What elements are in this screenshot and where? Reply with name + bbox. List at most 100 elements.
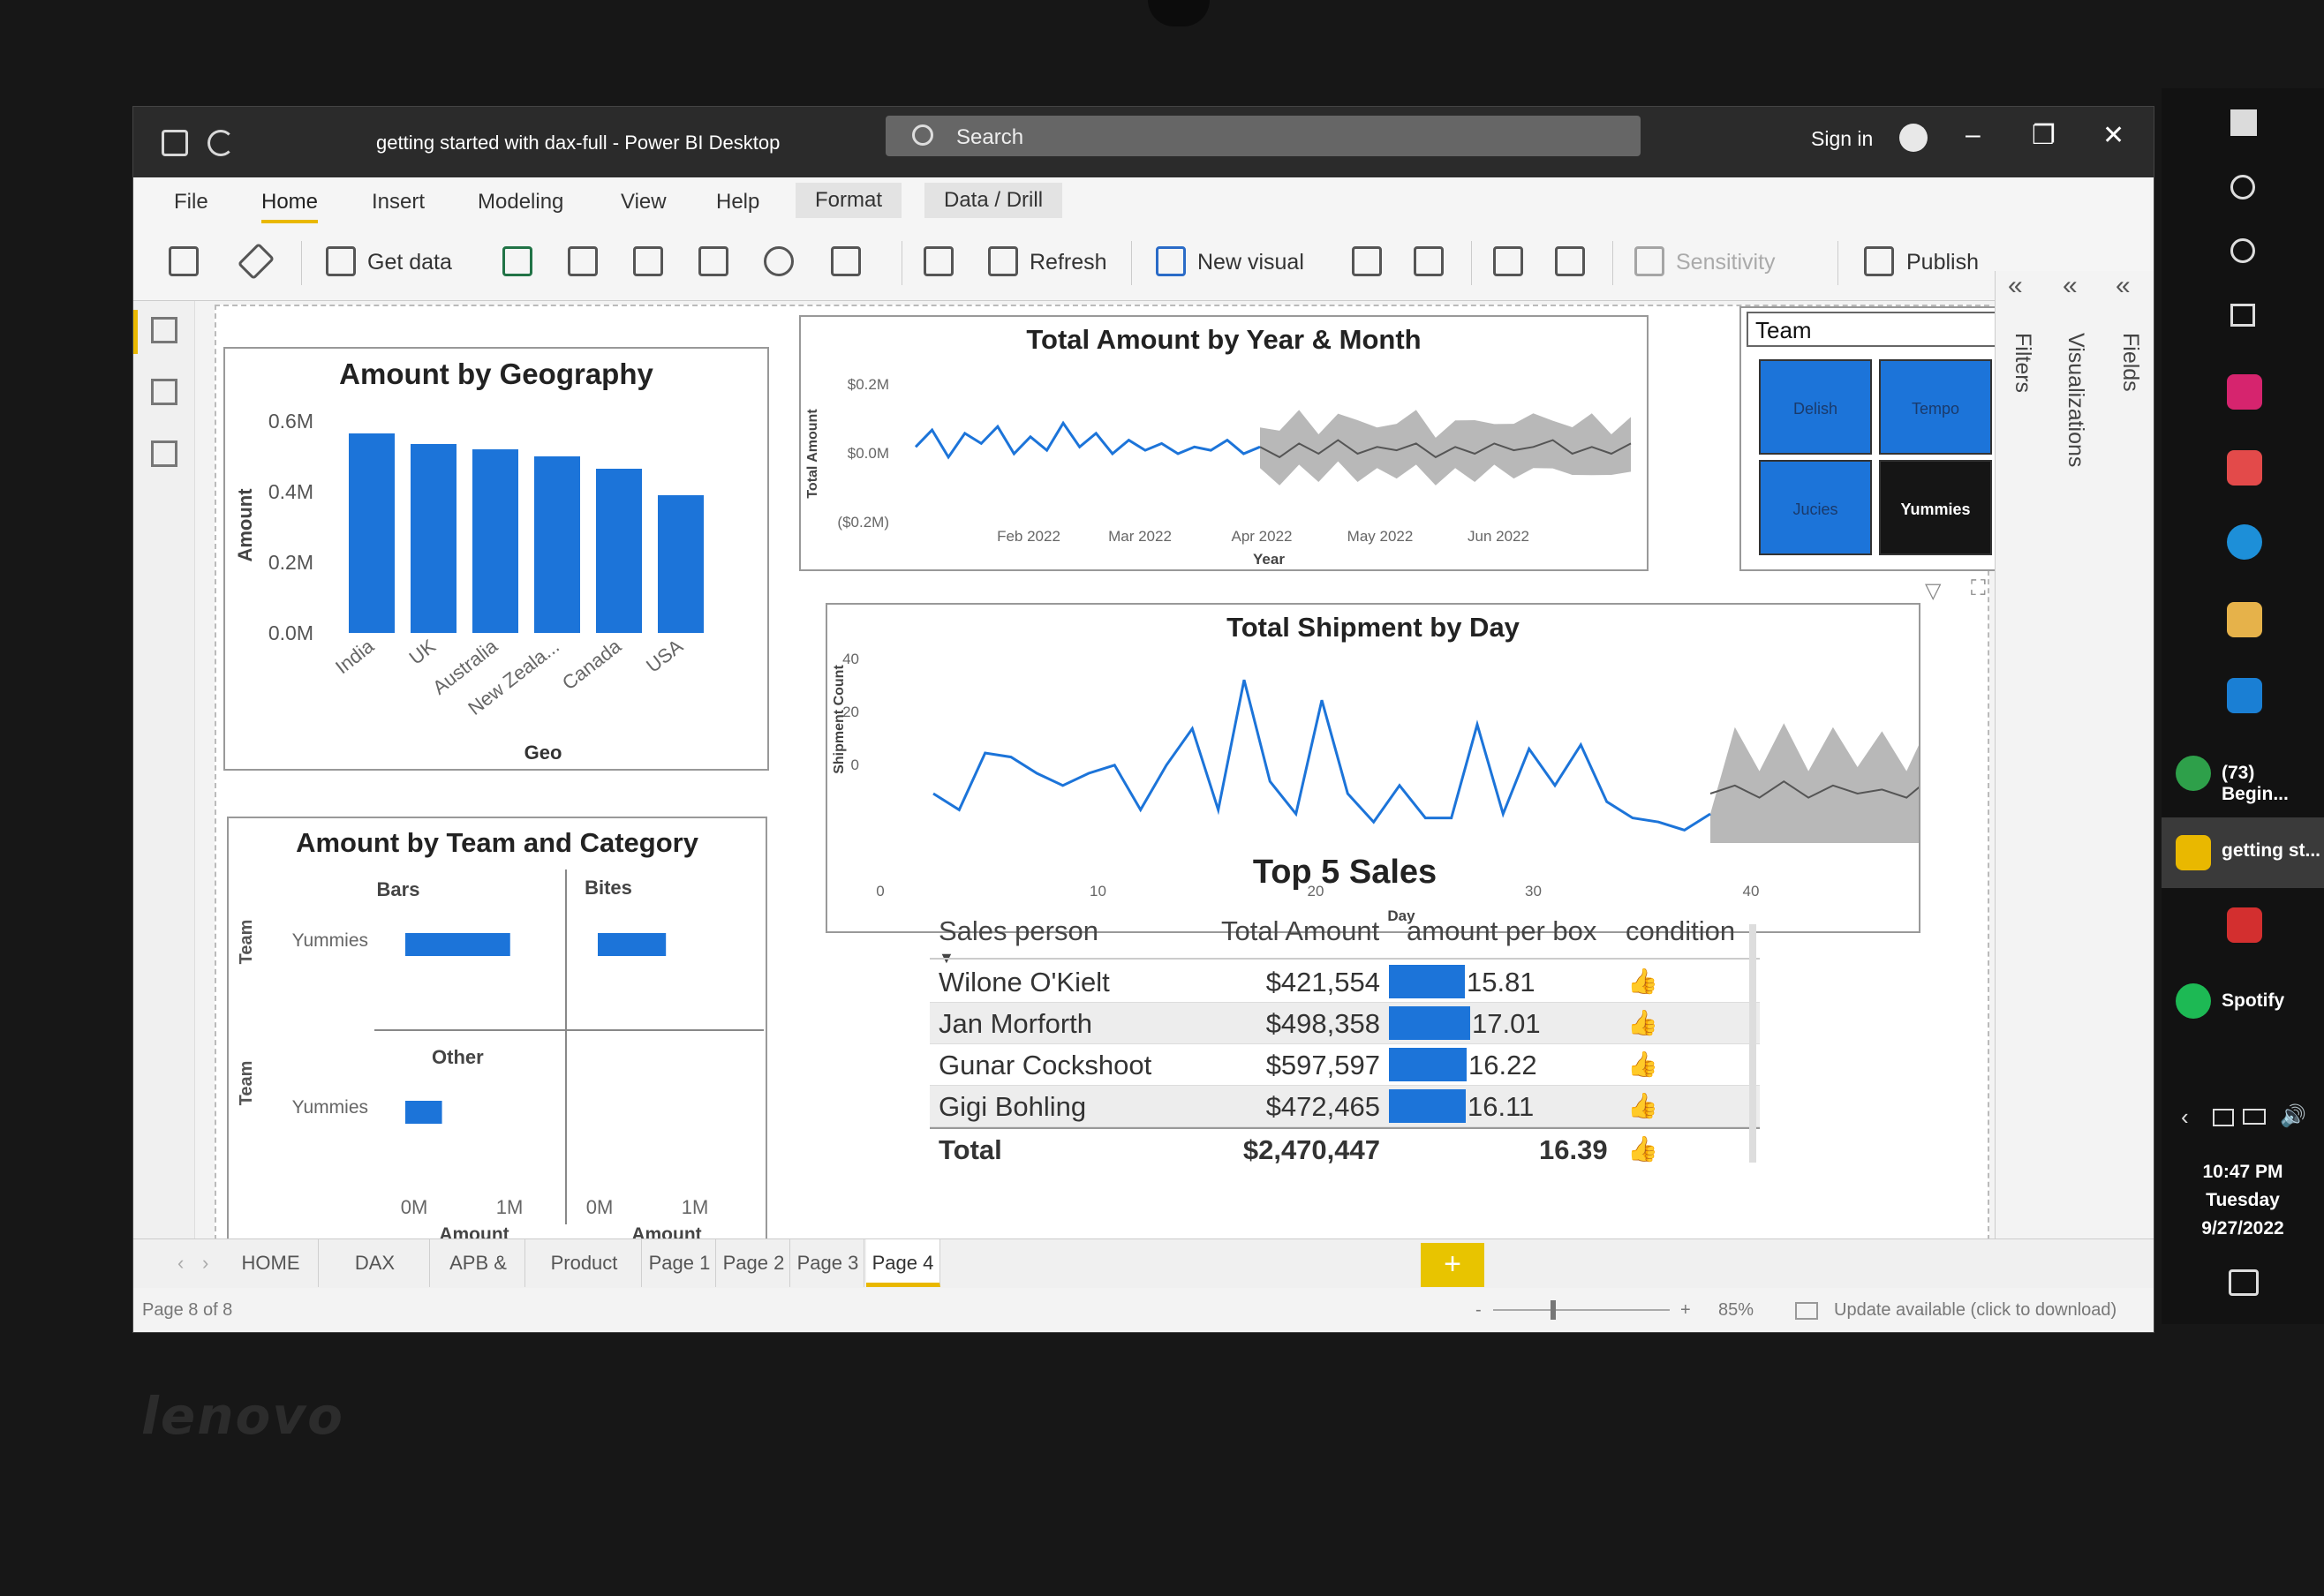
filter-icon[interactable]: ▽ <box>1925 578 1941 604</box>
file-explorer-icon[interactable] <box>2227 602 2262 637</box>
refresh-icon[interactable] <box>988 246 1018 276</box>
report-view-icon[interactable] <box>151 317 177 343</box>
table-row[interactable]: Gigi Bohling $472,465 16.11 👍 <box>930 1086 1760 1127</box>
sign-in-link[interactable]: Sign in <box>1811 127 1873 151</box>
close-button[interactable]: ✕ <box>2102 120 2124 151</box>
fit-page-icon[interactable] <box>1795 1302 1818 1320</box>
table-row[interactable]: Jan Morforth $498,358 17.01 👍 <box>930 1003 1760 1044</box>
taskbar-powerbi-label[interactable]: getting st... <box>2222 840 2320 862</box>
collapse-filters-icon[interactable]: « <box>2008 271 2023 301</box>
task-view-icon[interactable] <box>2230 304 2255 327</box>
page-tab[interactable]: APB & APS <box>432 1239 525 1321</box>
format-painter-icon[interactable] <box>237 242 275 281</box>
powerbi-icon[interactable] <box>2176 835 2211 870</box>
restore-button[interactable]: ❐ <box>2032 120 2056 151</box>
recent-sources-icon[interactable] <box>831 246 861 276</box>
menu-view[interactable]: View <box>621 190 667 215</box>
focus-mode-icon[interactable]: ⛶ <box>1971 576 1986 601</box>
search-taskbar-icon[interactable] <box>2230 175 2255 200</box>
dataverse-icon[interactable] <box>764 246 794 276</box>
year-month-line-chart[interactable]: Total Amount by Year & Month $0.2M $0.0M(… <box>799 315 1649 571</box>
page-tab[interactable]: Page 4 <box>866 1239 940 1287</box>
geo-bar-chart[interactable]: Amount by Geography 0.6M 0.4M 0.2M 0.0M Amou… <box>223 347 769 771</box>
edge-icon[interactable] <box>2227 524 2262 560</box>
get-data-icon[interactable] <box>326 246 356 276</box>
paste-icon[interactable] <box>169 246 199 276</box>
publish-icon[interactable] <box>1864 246 1894 276</box>
chrome-icon[interactable] <box>2176 756 2211 791</box>
more-visuals-icon[interactable] <box>1414 246 1444 276</box>
zoom-slider[interactable] <box>1493 1309 1670 1311</box>
profile-icon[interactable] <box>1899 124 1928 152</box>
header-total-amount[interactable]: Total Amount <box>1221 915 1379 947</box>
new-visual-button[interactable]: New visual <box>1197 250 1304 275</box>
enter-data-icon[interactable] <box>698 246 728 276</box>
page-tab[interactable]: Page 3 <box>792 1239 864 1287</box>
visualizations-pane-tab[interactable]: Visualizations <box>2063 333 2088 467</box>
menu-data-drill[interactable]: Data / Drill <box>924 183 1063 218</box>
minimize-button[interactable]: – <box>1966 120 1981 150</box>
team-category-chart[interactable]: Amount by Team and Category Bars Bites Oth… <box>227 817 767 1242</box>
next-page-icon[interactable]: › <box>202 1252 208 1275</box>
menu-modeling[interactable]: Modeling <box>478 190 563 215</box>
tray-overflow-icon[interactable]: ‹ <box>2181 1103 2189 1131</box>
menu-file[interactable]: File <box>174 190 208 215</box>
table-scrollbar[interactable] <box>1749 924 1756 1163</box>
clock[interactable]: 10:47 PM Tuesday 9/27/2022 <box>2162 1158 2324 1243</box>
table-row[interactable]: Wilone O'Kielt $421,554 15.81 👍 <box>930 961 1760 1003</box>
page-tab[interactable]: HOME <box>223 1239 319 1287</box>
taskbar-chrome-label[interactable]: (73) Begin... <box>2222 763 2324 805</box>
slicer-tile-tempo[interactable]: Tempo <box>1879 359 1992 455</box>
slicer-tile-yummies[interactable]: Yummies <box>1879 460 1992 555</box>
undo-icon[interactable] <box>208 130 234 156</box>
page-tab[interactable]: DAX Examples <box>321 1239 430 1321</box>
spotify-icon[interactable] <box>2176 983 2211 1019</box>
refresh-button[interactable]: Refresh <box>1030 250 1107 275</box>
zoom-in-button[interactable]: + <box>1680 1300 1691 1321</box>
notifications-icon[interactable] <box>2229 1269 2259 1296</box>
network-icon[interactable] <box>2213 1109 2234 1126</box>
page-tab[interactable]: Product Counts <box>527 1239 642 1321</box>
update-available-link[interactable]: Update available (click to download) <box>1834 1300 2116 1321</box>
header-amount-per-box[interactable]: amount per box <box>1407 915 1596 947</box>
instagram-icon[interactable] <box>2227 374 2262 410</box>
filters-pane-tab[interactable]: Filters <box>2010 333 2035 393</box>
collapse-visualizations-icon[interactable]: « <box>2063 271 2078 301</box>
new-measure-icon[interactable] <box>1493 246 1523 276</box>
mail-icon[interactable] <box>2227 678 2262 713</box>
office-icon[interactable] <box>2227 907 2262 943</box>
cortana-icon[interactable] <box>2230 238 2255 263</box>
search-input[interactable]: Search <box>886 116 1641 156</box>
start-icon[interactable] <box>2230 109 2257 136</box>
text-box-icon[interactable] <box>1352 246 1382 276</box>
save-icon[interactable] <box>162 130 188 156</box>
volume-icon[interactable]: 🔊 <box>2280 1103 2306 1129</box>
slicer-tile-jucies[interactable]: Jucies <box>1759 460 1872 555</box>
page-tab[interactable]: Page 1 <box>644 1239 716 1287</box>
menu-home[interactable]: Home <box>261 190 319 223</box>
get-data-button[interactable]: Get data <box>367 250 452 275</box>
zoom-out-button[interactable]: - <box>1475 1300 1482 1321</box>
add-page-button[interactable]: + <box>1421 1243 1484 1287</box>
transform-data-icon[interactable] <box>924 246 954 276</box>
zoom-slider-thumb[interactable] <box>1551 1300 1556 1320</box>
data-view-icon[interactable] <box>151 379 177 405</box>
new-visual-icon[interactable] <box>1156 246 1186 276</box>
publish-button[interactable]: Publish <box>1906 250 1979 275</box>
excel-icon[interactable] <box>502 246 532 276</box>
menu-help[interactable]: Help <box>716 190 759 215</box>
menu-format[interactable]: Format <box>796 183 902 218</box>
page-tab[interactable]: Page 2 <box>718 1239 790 1287</box>
fields-pane-tab[interactable]: Fields <box>2117 333 2143 392</box>
collapse-fields-icon[interactable]: « <box>2116 271 2131 301</box>
battery-icon[interactable] <box>2243 1109 2266 1125</box>
slicer-tile-delish[interactable]: Delish <box>1759 359 1872 455</box>
menu-insert[interactable]: Insert <box>372 190 425 215</box>
sql-server-icon[interactable] <box>633 246 663 276</box>
header-condition[interactable]: condition <box>1626 915 1735 947</box>
prev-page-icon[interactable]: ‹ <box>177 1252 184 1275</box>
quick-measure-icon[interactable] <box>1555 246 1585 276</box>
top5-sales-table[interactable]: Top 5 Sales Sales person ▼ Total Amount … <box>930 854 1760 1242</box>
header-sales-person[interactable]: Sales person <box>939 915 1098 947</box>
taskbar-spotify-label[interactable]: Spotify <box>2222 990 2284 1012</box>
